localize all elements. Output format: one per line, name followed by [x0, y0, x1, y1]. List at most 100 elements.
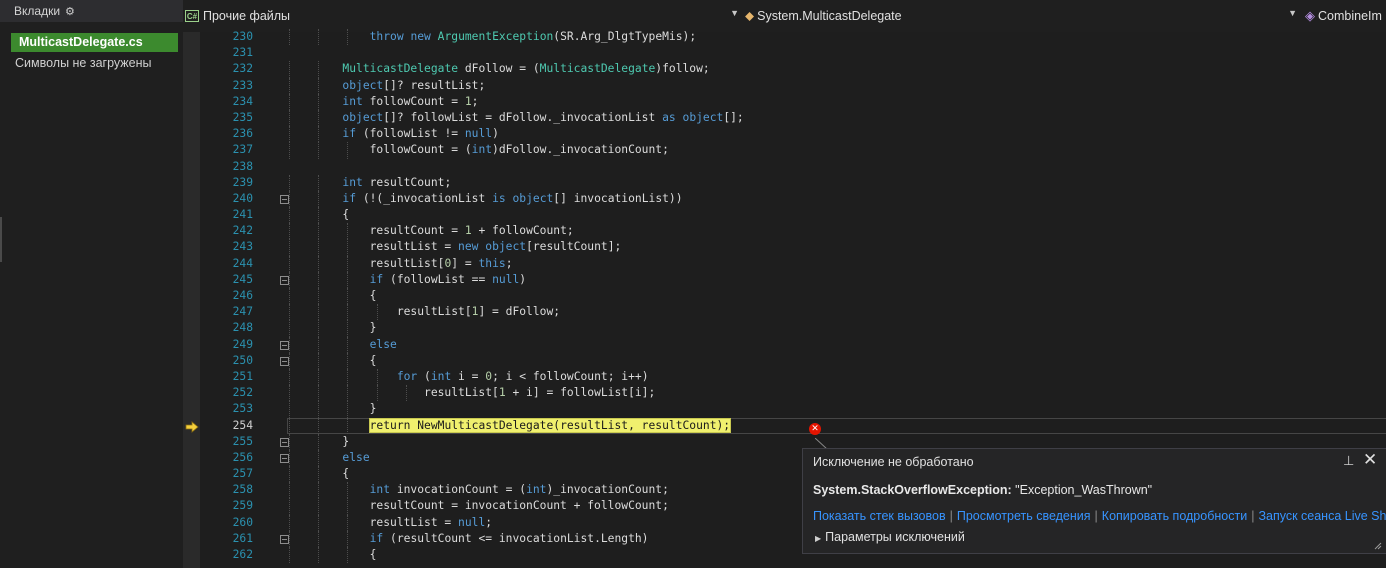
- symbols-status: Символы не загружены: [15, 56, 152, 70]
- code-line[interactable]: 251 for (int i = 0; i < followCount; i++…: [183, 368, 1386, 386]
- code-text[interactable]: }: [288, 320, 377, 336]
- line-number: 249: [232, 337, 253, 351]
- code-line[interactable]: 236 if (followList != null): [183, 126, 1386, 143]
- code-text[interactable]: resultCount = invocationCount + followCo…: [288, 498, 669, 514]
- line-number: 251: [232, 369, 253, 383]
- code-text[interactable]: {: [288, 466, 349, 482]
- code-line[interactable]: 234 int followCount = 1;: [183, 93, 1386, 110]
- code-text[interactable]: resultList[1] = dFollow;: [288, 304, 560, 320]
- line-number: 250: [232, 353, 253, 367]
- code-text[interactable]: resultList = new object[resultCount];: [288, 239, 622, 255]
- show-call-stack-link[interactable]: Показать стек вызовов: [813, 509, 946, 523]
- live-share-link[interactable]: Запуск сеанса Live Share: [1258, 509, 1386, 523]
- code-text[interactable]: if (resultCount <= invocationList.Length…: [288, 531, 649, 547]
- code-text[interactable]: int invocationCount = (int)_invocationCo…: [288, 482, 669, 498]
- code-line[interactable]: 253 }: [183, 401, 1386, 418]
- code-text[interactable]: }: [288, 401, 377, 417]
- line-number: 253: [232, 402, 253, 416]
- exception-popup: Исключение не обработано ⊥ ✕ System.Stac…: [802, 448, 1386, 554]
- code-text[interactable]: {: [288, 353, 377, 369]
- code-text[interactable]: throw new ArgumentException(SR.Arg_DlgtT…: [288, 29, 697, 45]
- splitter-handle[interactable]: [0, 217, 2, 262]
- code-line[interactable]: 246 {: [183, 288, 1386, 305]
- code-text[interactable]: }: [288, 434, 349, 450]
- class-combobox-label: System.MulticastDelegate: [757, 9, 902, 23]
- active-file-tab[interactable]: MulticastDelegate.cs: [11, 33, 178, 52]
- code-text[interactable]: {: [288, 207, 349, 223]
- line-number: 248: [232, 321, 253, 335]
- member-combobox[interactable]: ◈ CombineIm: [1305, 7, 1386, 25]
- gear-icon[interactable]: ⚙: [65, 5, 75, 18]
- code-text[interactable]: int resultCount;: [288, 175, 451, 191]
- code-text[interactable]: for (int i = 0; i < followCount; i++): [288, 369, 649, 385]
- code-line[interactable]: 243 resultList = new object[resultCount]…: [183, 239, 1386, 256]
- code-line[interactable]: 248 }: [183, 320, 1386, 337]
- code-text[interactable]: int followCount = 1;: [288, 94, 478, 110]
- class-combobox[interactable]: ⬥ System.MulticastDelegate ▼: [745, 7, 1301, 25]
- line-number: 242: [232, 224, 253, 238]
- code-text[interactable]: MulticastDelegate dFollow = (MulticastDe…: [288, 61, 709, 77]
- link-separator: |: [1094, 509, 1098, 523]
- code-line[interactable]: 252 resultList[1 + i] = followList[i];: [183, 385, 1386, 402]
- current-code-line[interactable]: 254 return NewMulticastDelegate(resultLi…: [183, 417, 1386, 434]
- line-number: 239: [232, 175, 253, 189]
- code-text[interactable]: return NewMulticastDelegate(resultList, …: [288, 417, 732, 434]
- line-number: 241: [232, 208, 253, 222]
- code-line[interactable]: 247 resultList[1] = dFollow;: [183, 304, 1386, 321]
- error-icon[interactable]: ✕: [809, 423, 821, 435]
- current-statement-highlight[interactable]: return NewMulticastDelegate(resultList, …: [368, 417, 732, 433]
- code-text[interactable]: resultCount = 1 + followCount;: [288, 223, 574, 239]
- tabs-header[interactable]: Вкладки ⚙: [0, 0, 183, 22]
- line-number: 259: [232, 499, 253, 513]
- code-line[interactable]: 242 resultCount = 1 + followCount;: [183, 223, 1386, 240]
- exception-settings-expander[interactable]: ▶ Параметры исключений: [815, 530, 965, 544]
- code-line[interactable]: 244 resultList[0] = this;: [183, 255, 1386, 272]
- code-line[interactable]: 232 MulticastDelegate dFollow = (Multica…: [183, 61, 1386, 78]
- code-line[interactable]: 233 object[]? resultList;: [183, 77, 1386, 94]
- line-number: 254: [232, 418, 253, 432]
- line-number: 258: [232, 483, 253, 497]
- code-text[interactable]: else: [288, 450, 369, 466]
- code-line[interactable]: 245 if (followList == null): [183, 271, 1386, 288]
- code-text[interactable]: {: [288, 288, 377, 304]
- popup-title: Исключение не обработано: [813, 455, 974, 469]
- code-line[interactable]: 231: [183, 45, 1386, 61]
- pin-icon[interactable]: ⊥: [1343, 453, 1354, 469]
- exception-message: "Exception_WasThrown": [1015, 483, 1153, 497]
- code-line[interactable]: 238: [183, 159, 1386, 175]
- line-number: 235: [232, 110, 253, 124]
- code-line[interactable]: 241 {: [183, 207, 1386, 224]
- line-number: 256: [232, 450, 253, 464]
- resize-grip-icon[interactable]: [1374, 542, 1382, 550]
- navigation-bar: C# Прочие файлы ▼ ⬥ System.MulticastDele…: [183, 0, 1386, 32]
- copy-details-link[interactable]: Копировать подробности: [1102, 509, 1247, 523]
- code-line[interactable]: 240 if (!(_invocationList is object[] in…: [183, 190, 1386, 208]
- tabs-title: Вкладки: [14, 4, 61, 18]
- code-text[interactable]: if (followList != null): [288, 126, 498, 142]
- code-text[interactable]: object[]? followList = dFollow._invocati…: [288, 110, 743, 126]
- view-details-link[interactable]: Просмотреть сведения: [957, 509, 1091, 523]
- code-text[interactable]: {: [288, 547, 377, 563]
- code-text[interactable]: else: [288, 337, 397, 353]
- line-number: 262: [232, 548, 253, 561]
- code-text[interactable]: resultList[1 + i] = followList[i];: [288, 385, 655, 401]
- line-number: 247: [232, 305, 253, 319]
- line-number: 234: [232, 94, 253, 108]
- code-line[interactable]: 249 else: [183, 336, 1386, 353]
- code-text[interactable]: if (!(_invocationList is object[] invoca…: [288, 191, 682, 207]
- project-combobox[interactable]: C# Прочие файлы ▼: [185, 7, 743, 25]
- line-number: 252: [232, 386, 253, 400]
- exception-links: Показать стек вызовов | Просмотреть сведен…: [813, 509, 1386, 523]
- close-icon[interactable]: ✕: [1363, 450, 1377, 470]
- code-text[interactable]: resultList[0] = this;: [288, 256, 513, 272]
- code-line[interactable]: 230 throw new ArgumentException(SR.Arg_D…: [183, 29, 1386, 46]
- code-text[interactable]: resultList = null;: [288, 515, 492, 531]
- code-text[interactable]: followCount = (int)dFollow._invocationCo…: [288, 142, 669, 158]
- code-text[interactable]: if (followList == null): [288, 272, 526, 288]
- expand-triangle-icon: ▶: [815, 534, 822, 543]
- code-line[interactable]: 237 followCount = (int)dFollow._invocati…: [183, 142, 1386, 159]
- code-text[interactable]: object[]? resultList;: [288, 78, 485, 94]
- code-line[interactable]: 239 int resultCount;: [183, 174, 1386, 191]
- code-line[interactable]: 250 {: [183, 352, 1386, 369]
- code-line[interactable]: 235 object[]? followList = dFollow._invo…: [183, 109, 1386, 127]
